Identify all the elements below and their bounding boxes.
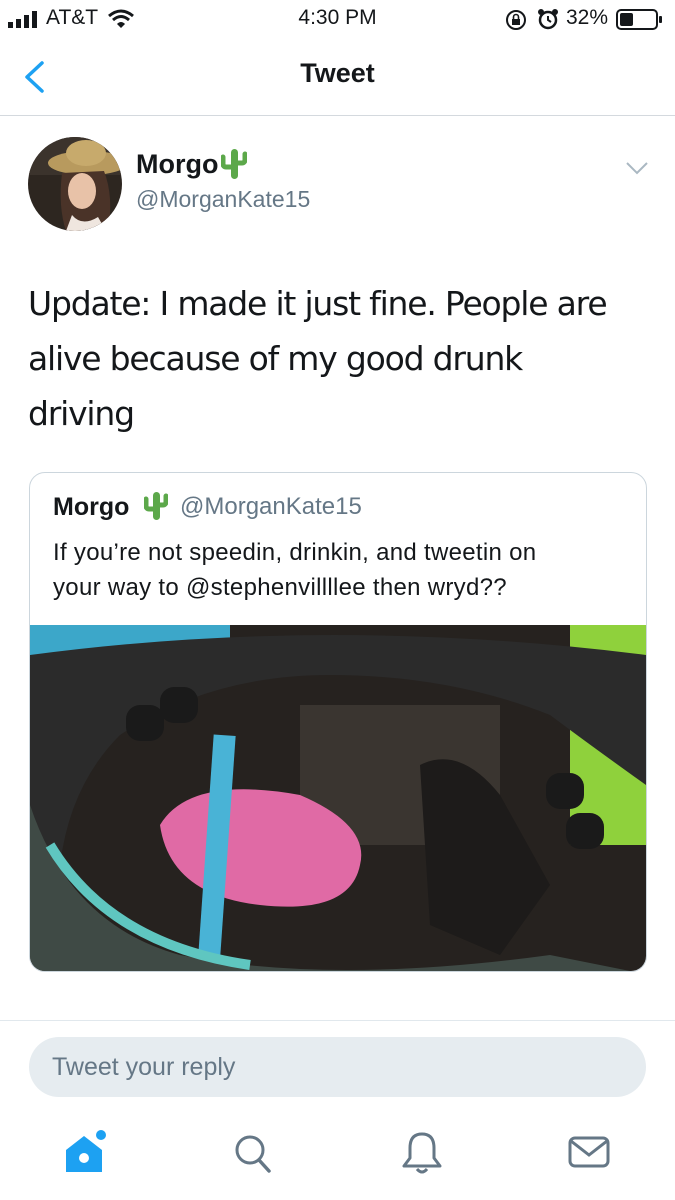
cactus-icon: [144, 492, 168, 520]
cactus-icon: [221, 149, 247, 179]
quoted-text-line: your way to @stephenvillllee then wryd??: [53, 574, 507, 601]
search-icon[interactable]: [229, 1128, 277, 1178]
tweet-text: Update: I made it just fine. People are …: [28, 276, 648, 441]
alarm-icon: [538, 9, 558, 30]
tweet-text-line: Update: I made it just fine. People are: [28, 284, 608, 323]
avatar[interactable]: [28, 137, 122, 231]
reply-input[interactable]: Tweet your reply: [29, 1037, 646, 1097]
quoted-author-name: Morgo: [53, 493, 130, 521]
tweet-photo[interactable]: [30, 625, 646, 971]
battery-percent: 32%: [566, 6, 609, 29]
quoted-author-handle: @MorganKate15: [180, 493, 362, 520]
quoted-tweet-card[interactable]: Morgo @MorganKate15 If you’re not speedi…: [29, 472, 647, 972]
author-name[interactable]: Morgo: [136, 149, 218, 180]
status-bar: AT&T 4:30 PM 32%: [0, 0, 675, 38]
battery-icon: [616, 9, 662, 30]
notifications-icon[interactable]: [398, 1128, 446, 1178]
home-icon[interactable]: [62, 1128, 110, 1178]
messages-icon[interactable]: [566, 1128, 614, 1178]
author-handle[interactable]: @MorganKate15: [136, 186, 310, 213]
quoted-tweet-text: If you’re not speedin, drinkin, and twee…: [53, 535, 633, 605]
quoted-text-line: If you’re not speedin, drinkin, and twee…: [53, 539, 537, 566]
nav-bar: Tweet: [0, 38, 675, 116]
lock-rotation-icon: [506, 10, 526, 30]
chevron-down-icon[interactable]: [625, 160, 649, 176]
tweet-text-line: driving: [28, 394, 135, 433]
tweet-text-line: alive because of my good drunk: [28, 339, 523, 378]
reply-placeholder: Tweet your reply: [52, 1053, 236, 1081]
divider: [0, 1020, 675, 1021]
page-title: Tweet: [300, 58, 375, 88]
